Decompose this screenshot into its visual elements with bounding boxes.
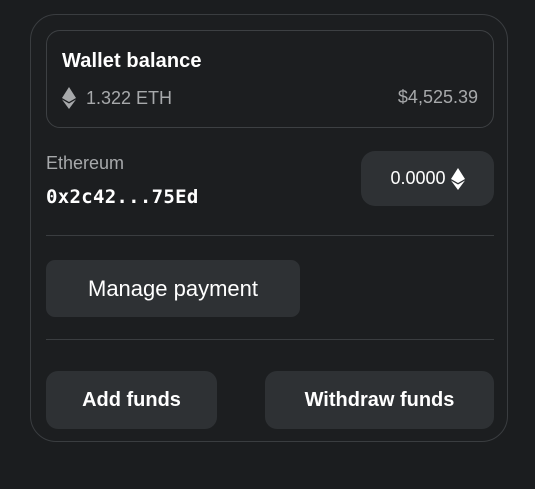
network-label: Ethereum — [46, 153, 125, 173]
usd-balance-value: $4,525.39 — [397, 87, 478, 107]
wallet-address: 0x2c42...75Ed — [46, 186, 199, 208]
eth-amount-button[interactable]: 0.0000 — [361, 151, 494, 206]
wallet-eth-balance: 1.322 ETH — [62, 87, 172, 109]
wallet-balance-title: Wallet balance — [62, 50, 202, 72]
ethereum-icon — [450, 167, 465, 190]
wallet-card: Wallet balance 1.322 ETH $4,525.39 Ether… — [30, 14, 508, 442]
manage-payment-button[interactable]: Manage payment — [46, 260, 300, 317]
wallet-balance-panel: Wallet balance 1.322 ETH $4,525.39 — [46, 30, 494, 128]
eth-amount-value: 0.0000 — [390, 168, 446, 188]
withdraw-funds-button[interactable]: Withdraw funds — [265, 371, 494, 429]
eth-balance-value: 1.322 ETH — [86, 87, 173, 108]
ethereum-icon — [62, 87, 76, 109]
section-divider — [46, 339, 494, 340]
add-funds-button[interactable]: Add funds — [46, 371, 217, 429]
section-divider — [46, 235, 494, 236]
